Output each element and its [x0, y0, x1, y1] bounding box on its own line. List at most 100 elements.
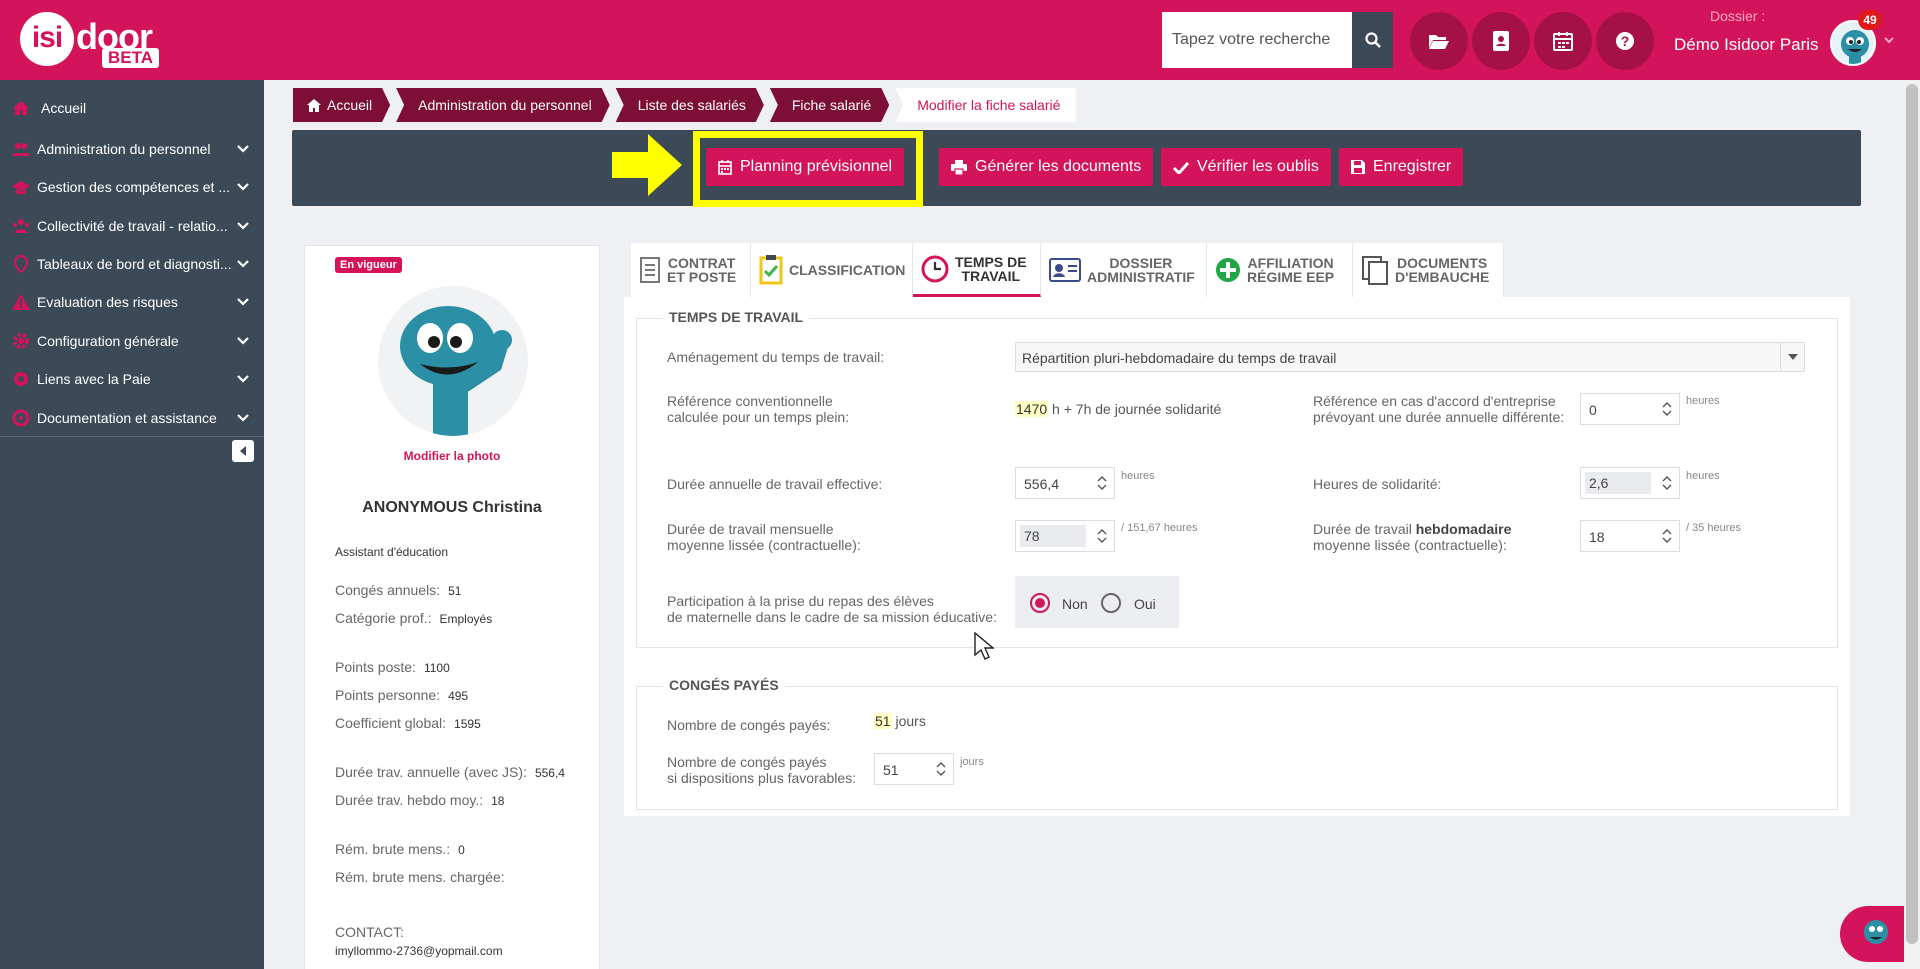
button-label: Enregistrer — [1373, 158, 1452, 175]
number-stepper[interactable] — [1655, 394, 1679, 424]
nombre-conges-value: 51 jours — [874, 713, 926, 729]
sidebar-item-documentation[interactable]: Documentation et assistance — [0, 399, 264, 437]
chevron-up-icon[interactable] — [1097, 475, 1107, 483]
breadcrumb-item-fiche-salarie[interactable]: Fiche salarié — [770, 88, 889, 122]
chevron-down-icon[interactable] — [1097, 483, 1107, 491]
tab-affiliation-regime[interactable]: AFFILIATION RÉGIME EEP — [1207, 243, 1353, 297]
scrollbar-thumb[interactable] — [1906, 84, 1918, 944]
employee-photo[interactable] — [378, 286, 528, 436]
number-stepper[interactable] — [929, 754, 953, 784]
tab-contrat-poste[interactable]: CONTRAT ET POSTE — [631, 243, 751, 297]
chevron-down-icon — [237, 260, 249, 268]
amenagement-dropdown[interactable] — [1780, 342, 1805, 372]
profile-label: Durée trav. annuelle (avec JS): — [335, 764, 527, 780]
profile-label: Coefficient global: — [335, 715, 447, 731]
enregistrer-button[interactable]: Enregistrer — [1339, 148, 1464, 186]
sidebar-item-competences[interactable]: Gestion des compétences et ... — [0, 168, 264, 206]
search-input[interactable] — [1162, 12, 1352, 68]
calendar-icon — [718, 159, 732, 175]
mensuelle-input[interactable]: 78 — [1015, 520, 1115, 552]
tab-line: RÉGIME EEP — [1247, 269, 1335, 285]
repas-label: Participation à la prise du repas des él… — [667, 593, 997, 625]
conges-unit: jours — [895, 713, 926, 729]
repas-oui-label[interactable]: Oui — [1134, 596, 1156, 612]
chevron-down-icon[interactable] — [1662, 483, 1672, 491]
chevron-up-icon[interactable] — [936, 761, 946, 769]
solidarite-input[interactable]: 2,6 — [1580, 467, 1680, 499]
sidebar-item-label: Liens avec la Paie — [37, 371, 151, 387]
label-line: prévoyant une durée annuelle différente: — [1313, 409, 1565, 425]
number-stepper[interactable] — [1655, 468, 1679, 498]
breadcrumb-item-liste-salaries[interactable]: Liste des salariés — [616, 88, 764, 122]
chevron-up-icon[interactable] — [1662, 528, 1672, 536]
profile-label: Rém. brute mens. chargée: — [335, 869, 505, 885]
number-stepper[interactable] — [1090, 521, 1114, 551]
button-label: Vérifier les oublis — [1197, 158, 1319, 175]
chevron-up-icon[interactable] — [1097, 528, 1107, 536]
solidarite-unit: heures — [1686, 470, 1720, 482]
sidebar-collapse-button[interactable] — [232, 440, 254, 462]
mensuelle-unit: / 151,67 heures — [1121, 522, 1198, 534]
calendar-button[interactable] — [1534, 12, 1592, 70]
conges-favorables-input[interactable]: 51 — [874, 753, 954, 785]
chevron-down-icon[interactable] — [1884, 36, 1894, 44]
chevron-up-icon[interactable] — [1662, 475, 1672, 483]
profile-points-personne: Points personne: 495 — [335, 687, 468, 703]
tab-line: CONTRAT — [667, 255, 736, 271]
search-button[interactable] — [1352, 12, 1393, 68]
repas-oui-radio[interactable] — [1101, 593, 1121, 613]
sidebar-item-risques[interactable]: Evaluation des risques — [0, 283, 264, 321]
solidarite-label: Heures de solidarité: — [1313, 476, 1442, 492]
profile-contact-email[interactable]: imyllommo-2736@yopmail.com — [335, 944, 503, 958]
tab-documents-embauche[interactable]: DOCUMENTS D'EMBAUCHE — [1353, 243, 1504, 297]
sidebar-item-administration[interactable]: Administration du personnel — [0, 130, 264, 168]
amenagement-select[interactable]: Répartition pluri-hebdomadaire du temps … — [1015, 342, 1805, 372]
contacts-button[interactable] — [1472, 12, 1530, 70]
mensuelle-label: Durée de travail mensuelle moyenne lissé… — [667, 521, 861, 553]
folders-button[interactable] — [1410, 12, 1468, 70]
modify-photo-link[interactable]: Modifier la photo — [304, 449, 600, 463]
chevron-down-icon[interactable] — [936, 769, 946, 777]
tab-classification[interactable]: CLASSIFICATION — [751, 243, 913, 297]
tab-dossier-administratif[interactable]: DOSSIER ADMINISTRATIF — [1041, 243, 1207, 297]
sidebar-item-paie[interactable]: Liens avec la Paie — [0, 360, 264, 398]
link-icon — [14, 372, 28, 386]
number-stepper[interactable] — [1090, 468, 1114, 498]
tab-line: D'EMBAUCHE — [1395, 269, 1490, 285]
sidebar-item-accueil[interactable]: Accueil — [0, 89, 264, 127]
hebdo-input[interactable]: 18 — [1580, 520, 1680, 552]
verifier-oublis-button[interactable]: Vérifier les oublis — [1161, 148, 1331, 186]
sidebar-item-configuration[interactable]: Configuration générale — [0, 322, 264, 360]
profile-value: 495 — [448, 689, 469, 703]
tab-temps-travail[interactable]: TEMPS DE TRAVAIL — [913, 243, 1041, 297]
repas-non-label[interactable]: Non — [1062, 596, 1088, 612]
sidebar-item-tableaux[interactable]: Tableaux de bord et diagnosti... — [0, 245, 264, 283]
repas-non-radio[interactable] — [1030, 593, 1050, 613]
isidoor-logo[interactable]: isi door BETA — [20, 12, 170, 68]
home-icon — [307, 99, 321, 112]
chevron-down-icon[interactable] — [1097, 536, 1107, 544]
notification-badge[interactable]: 49 — [1858, 10, 1882, 30]
breadcrumb-item-administration[interactable]: Administration du personnel — [396, 88, 610, 122]
sidebar-item-collectivite[interactable]: Collectivité de travail - relatio... — [0, 207, 264, 245]
profile-label: Congés annuels: — [335, 582, 441, 598]
chevron-down-icon — [237, 298, 249, 306]
reference-hours: 1470 — [1015, 401, 1049, 417]
chevron-down-icon[interactable] — [1662, 536, 1672, 544]
chevron-up-icon[interactable] — [1662, 401, 1672, 409]
duree-annuelle-input[interactable]: 556,4 — [1015, 467, 1115, 499]
number-stepper[interactable] — [1655, 521, 1679, 551]
chevron-down-icon — [237, 337, 249, 345]
contact-card-icon — [1493, 31, 1509, 51]
chevron-down-icon[interactable] — [1662, 409, 1672, 417]
generer-documents-button[interactable]: Générer les documents — [939, 148, 1154, 186]
reference-accord-input[interactable]: 0 — [1580, 393, 1680, 425]
chat-assistant-button[interactable] — [1840, 906, 1904, 962]
save-icon — [1351, 160, 1365, 174]
status-badge: En vigueur — [335, 257, 402, 273]
dossier-name[interactable]: Démo Isidoor Paris — [1674, 35, 1819, 55]
breadcrumb-item-accueil[interactable]: Accueil — [293, 88, 390, 122]
help-button[interactable]: ? — [1596, 12, 1654, 70]
planning-previsionnel-button[interactable]: Planning prévisionnel — [706, 148, 905, 186]
logo-isi: isi — [20, 12, 74, 66]
